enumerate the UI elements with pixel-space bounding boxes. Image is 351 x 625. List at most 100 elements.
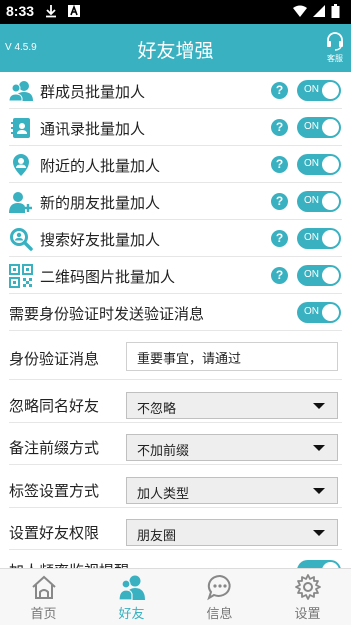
toggle-knob (322, 230, 339, 247)
toggle-knob (322, 119, 339, 136)
friend-permission-select[interactable]: 朋友圈 (126, 519, 338, 546)
status-bar: 8:33 (0, 0, 351, 24)
nav-label: 好友 (118, 607, 145, 622)
toggle-knob (322, 267, 339, 284)
divider (9, 549, 342, 550)
toggle-knob (322, 156, 339, 173)
feature-row-contacts: 通讯录批量加人 ? ON (0, 109, 351, 146)
dropdown-arrow-icon (313, 488, 325, 494)
dropdown-arrow-icon (313, 530, 325, 536)
settings-list: 群成员批量加人 ? ON 通讯录批量加人 ? ON 附近的人批量加人 ? ON … (0, 72, 351, 568)
feature-row-nearby: 附近的人批量加人 ? ON (0, 146, 351, 183)
setting-row-tag-method: 标签设置方式 加人类型 (0, 471, 351, 508)
toggle-switch[interactable]: ON (297, 302, 341, 323)
select-value: 加人类型 (137, 487, 190, 502)
divider (9, 379, 342, 380)
feature-label: 新的朋友批量加人 (40, 194, 161, 212)
toggle-switch[interactable] (297, 560, 341, 568)
feature-label: 搜索好友批量加人 (40, 231, 161, 249)
contacts-book-icon (11, 118, 30, 138)
nav-home[interactable]: 首页 (0, 569, 87, 625)
feature-row-search-friends: 搜索好友批量加人 ? ON (0, 220, 351, 257)
select-value: 朋友圈 (137, 529, 177, 544)
verify-message-input[interactable]: 重要事宜，请通过 (126, 342, 338, 371)
help-button[interactable]: ? (271, 267, 288, 284)
settings-gear-icon (295, 574, 321, 600)
feature-label: 二维码图片批量加人 (40, 268, 176, 286)
dropdown-arrow-icon (313, 403, 325, 409)
frequency-monitor-row: 加人频率监视提醒 (0, 555, 351, 568)
select-value: 不加前缀 (137, 444, 190, 459)
message-icon (207, 574, 231, 601)
page-title: 好友增强 (137, 40, 214, 62)
help-button[interactable]: ? (271, 119, 288, 136)
nav-label: 信息 (206, 607, 233, 622)
search-friend-icon (10, 228, 33, 251)
divider (9, 330, 342, 331)
nav-friends[interactable]: 好友 (88, 569, 175, 625)
feature-label: 群成员批量加人 (40, 83, 146, 101)
toggle-label: ON (304, 306, 319, 317)
dropdown-arrow-icon (313, 445, 325, 451)
signal-icon (313, 5, 325, 17)
verify-send-label: 需要身份验证时发送验证消息 (9, 305, 205, 323)
setting-label: 标签设置方式 (9, 482, 100, 500)
toggle-switch[interactable]: ON (297, 154, 341, 175)
toggle-label: ON (304, 195, 319, 206)
bottom-nav: 首页 好友 信息 设置 (0, 568, 351, 625)
nearby-people-icon (13, 154, 29, 176)
battery-icon (331, 4, 340, 18)
toggle-switch[interactable]: ON (297, 265, 341, 286)
toggle-knob (322, 193, 339, 210)
help-button[interactable]: ? (271, 193, 288, 210)
toggle-knob (322, 82, 339, 99)
app-header: V 4.5.9 好友增强 客服 (0, 24, 351, 72)
remark-prefix-select[interactable]: 不加前缀 (126, 434, 338, 461)
frequency-monitor-label: 加人频率监视提醒 (9, 560, 129, 568)
toggle-switch[interactable]: ON (297, 117, 341, 138)
feature-row-group-members: 群成员批量加人 ? ON (0, 72, 351, 109)
headset-icon (327, 32, 343, 51)
nav-label: 设置 (294, 607, 321, 622)
wifi-icon (293, 5, 307, 17)
setting-label: 忽略同名好友 (9, 397, 100, 415)
toggle-switch[interactable]: ON (297, 80, 341, 101)
divider (9, 422, 342, 423)
customer-service-button[interactable]: 客服 (323, 31, 347, 64)
notification-a-icon (68, 4, 80, 17)
ignore-same-name-select[interactable]: 不忽略 (126, 392, 338, 419)
toggle-switch[interactable]: ON (297, 191, 341, 212)
toggle-label: ON (304, 121, 319, 132)
new-friend-icon (9, 192, 32, 213)
feature-row-qr-code: 二维码图片批量加人 ? ON (0, 257, 351, 294)
help-button[interactable]: ? (271, 230, 288, 247)
select-value: 不忽略 (137, 402, 177, 417)
verify-message-label: 身份验证消息 (9, 350, 100, 368)
nav-label: 首页 (30, 607, 57, 622)
tag-method-select[interactable]: 加人类型 (126, 477, 338, 504)
nav-messages[interactable]: 信息 (176, 569, 263, 625)
toggle-label: ON (304, 84, 319, 95)
feature-label: 附近的人批量加人 (40, 157, 161, 175)
toggle-switch[interactable]: ON (297, 228, 341, 249)
service-label: 客服 (327, 54, 343, 63)
feature-row-new-friends: 新的朋友批量加人 ? ON (0, 183, 351, 220)
toggle-label: ON (304, 232, 319, 243)
setting-label: 设置好友权限 (9, 524, 100, 542)
help-button[interactable]: ? (271, 82, 288, 99)
toggle-label: ON (304, 269, 319, 280)
verify-message-row: 身份验证消息 重要事宜，请通过 (0, 334, 351, 380)
nav-settings[interactable]: 设置 (264, 569, 351, 625)
status-time: 8:33 (6, 3, 35, 19)
toggle-label: ON (304, 158, 319, 169)
divider (9, 464, 342, 465)
divider (9, 507, 342, 508)
setting-row-friend-permission: 设置好友权限 朋友圈 (0, 513, 351, 550)
setting-row-remark-prefix: 备注前缀方式 不加前缀 (0, 428, 351, 465)
setting-row-ignore-same-name: 忽略同名好友 不忽略 (0, 386, 351, 423)
setting-label: 备注前缀方式 (9, 439, 100, 457)
toggle-knob (322, 304, 339, 321)
qr-code-icon (9, 264, 33, 288)
friends-icon (118, 575, 145, 601)
help-button[interactable]: ? (271, 156, 288, 173)
